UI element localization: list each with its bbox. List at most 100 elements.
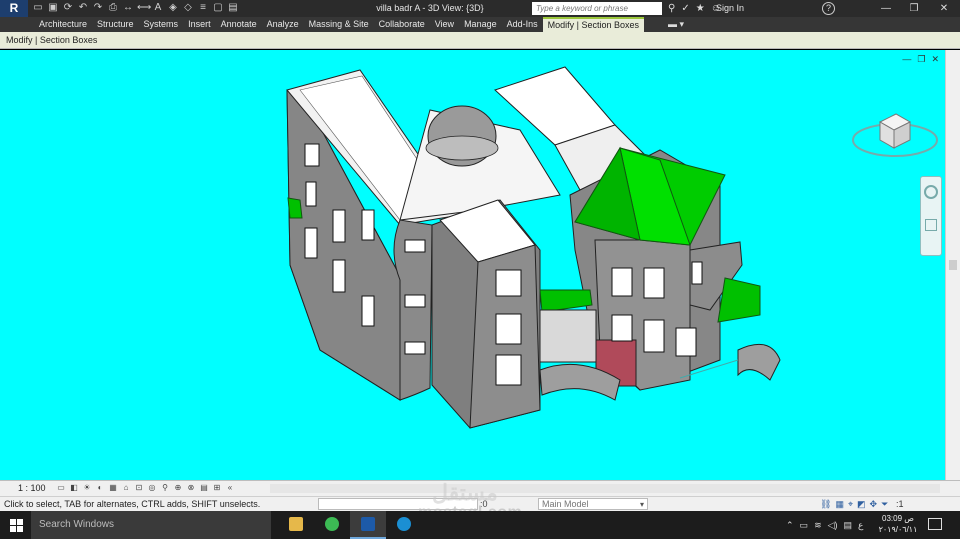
lock-view-icon[interactable]: ⌂ xyxy=(121,483,131,493)
window xyxy=(643,267,665,299)
steering-wheel-icon[interactable] xyxy=(924,185,938,199)
sync-icon[interactable]: ⟳ xyxy=(62,2,74,14)
taskbar-apps xyxy=(278,511,422,539)
star-icon[interactable]: ★ xyxy=(696,2,705,15)
thin-lines-icon[interactable]: ≡ xyxy=(197,2,209,14)
subscription-icon[interactable]: ✓ xyxy=(681,2,689,15)
filter-icon[interactable]: ⏷ xyxy=(881,499,888,510)
shadows-icon[interactable]: ◐ xyxy=(95,483,105,493)
switch-windows-icon[interactable]: ▤ xyxy=(227,2,239,14)
language-indicator[interactable]: ع xyxy=(858,520,863,531)
building-model[interactable] xyxy=(0,50,945,480)
drag-elements-icon[interactable]: ✥ xyxy=(870,499,878,510)
worksharing-icon[interactable]: ⊕ xyxy=(173,483,183,493)
battery-icon[interactable]: ▭ xyxy=(800,520,809,531)
tab-manage[interactable]: Manage xyxy=(459,17,502,32)
print-icon[interactable]: ⎙ xyxy=(107,2,119,14)
file-explorer-icon[interactable] xyxy=(278,511,314,539)
title-icons: ⚲ ✓ ★ ☺ xyxy=(668,2,721,15)
tab-add-ins[interactable]: Add-Ins xyxy=(502,17,543,32)
tab-insert[interactable]: Insert xyxy=(183,17,216,32)
3d-viewport[interactable]: — ❐ ✕ xyxy=(0,50,945,480)
select-by-face-icon[interactable]: ◩ xyxy=(857,499,866,510)
viewcube[interactable] xyxy=(850,100,940,170)
help-icon[interactable]: ? xyxy=(822,2,835,15)
entrance-awning xyxy=(539,289,593,313)
ribbon-minimize-icon[interactable]: ▬ ▾ xyxy=(668,19,684,30)
open-icon[interactable]: ▭ xyxy=(32,2,44,14)
selection-icons: ⛓ ▦ ⌖ ◩ ✥ ⏷ xyxy=(820,499,888,510)
title-bar: R ▭ ▣ ⟳ ↶ ↷ ⎙ ↔ ⟷ A ◈ ◇ ≡ ▢ ▤ villa badr… xyxy=(0,0,960,17)
save-icon[interactable]: ▣ xyxy=(47,2,59,14)
text-icon[interactable]: A xyxy=(152,2,164,14)
3d-view-icon[interactable]: ◈ xyxy=(167,2,179,14)
network-icon[interactable]: ⌃ xyxy=(786,520,794,531)
window xyxy=(675,327,697,357)
window xyxy=(611,314,633,342)
render-icon[interactable]: ▦ xyxy=(108,483,118,493)
tab-collaborate[interactable]: Collaborate xyxy=(374,17,430,32)
clock-time: 03:09 ص xyxy=(882,514,914,523)
select-links-icon[interactable]: ⛓ xyxy=(820,499,831,510)
clock[interactable]: 03:09 ص ٢٠١٩/٠٦/١١ xyxy=(876,513,920,535)
window xyxy=(404,341,426,355)
notifications-icon[interactable] xyxy=(928,518,942,530)
sign-in-link[interactable]: Sign In xyxy=(716,0,744,17)
chrome-icon[interactable] xyxy=(314,511,350,539)
minimize-button[interactable]: — xyxy=(872,0,900,17)
temp-hide-icon[interactable]: ◎ xyxy=(147,483,157,493)
select-underlay-icon[interactable]: ▦ xyxy=(835,499,844,510)
tab-modify-section-boxes[interactable]: Modify | Section Boxes xyxy=(542,17,645,32)
close-button[interactable]: ✕ xyxy=(930,0,958,17)
detail-level-icon[interactable]: ▭ xyxy=(56,483,66,493)
revit-taskbar-icon[interactable] xyxy=(350,511,386,539)
aligned-dimension-icon[interactable]: ⟷ xyxy=(137,2,151,14)
close-hidden-icon[interactable]: ▢ xyxy=(212,2,224,14)
tab-massing-site[interactable]: Massing & Site xyxy=(304,17,374,32)
scrollbar-thumb[interactable] xyxy=(949,260,957,270)
help-search-input[interactable]: Type a keyword or phrase xyxy=(532,2,662,15)
analytical-model-icon[interactable]: ⊗ xyxy=(186,483,196,493)
window xyxy=(404,239,426,253)
windows-start-icon[interactable] xyxy=(0,511,34,539)
volume-icon[interactable]: ◁) xyxy=(828,520,838,531)
tab-systems[interactable]: Systems xyxy=(139,17,184,32)
keyboard-icon[interactable]: ▤ xyxy=(844,520,853,531)
revit-logo-icon[interactable]: R xyxy=(0,0,28,17)
window xyxy=(305,181,317,207)
filter-count: :1 xyxy=(896,499,904,509)
section-icon[interactable]: ◇ xyxy=(182,2,194,14)
tab-annotate[interactable]: Annotate xyxy=(216,17,262,32)
select-pinned-icon[interactable]: ⌖ xyxy=(848,499,853,510)
window xyxy=(611,267,633,297)
taskbar-search-input[interactable]: Search Windows xyxy=(31,511,271,539)
reveal-hidden-icon[interactable]: ⚲ xyxy=(160,483,170,493)
constraints-icon[interactable]: ⊞ xyxy=(212,483,222,493)
undo-icon[interactable]: ↶ xyxy=(77,2,89,14)
tab-structure[interactable]: Structure xyxy=(92,17,139,32)
tab-view[interactable]: View xyxy=(430,17,459,32)
tab-analyze[interactable]: Analyze xyxy=(262,17,304,32)
sun-path-icon[interactable]: ☀ xyxy=(82,483,92,493)
wifi-icon[interactable]: ≋ xyxy=(814,520,822,531)
clock-date: ٢٠١٩/٠٦/١١ xyxy=(878,525,918,534)
collapse-icon[interactable]: « xyxy=(225,483,235,493)
maximize-button[interactable]: ❐ xyxy=(900,0,928,17)
teamviewer-icon[interactable] xyxy=(386,511,422,539)
measure-icon[interactable]: ↔ xyxy=(122,2,134,14)
zoom-icon[interactable] xyxy=(925,219,937,231)
crop-view-icon[interactable]: ⊡ xyxy=(134,483,144,493)
side-awning xyxy=(717,277,761,323)
redo-icon[interactable]: ↷ xyxy=(92,2,104,14)
tab-architecture[interactable]: Architecture xyxy=(34,17,92,32)
window xyxy=(304,227,318,259)
highlight-icon[interactable]: ▤ xyxy=(199,483,209,493)
chevron-down-icon[interactable]: ▾ xyxy=(640,499,644,510)
visual-style-icon[interactable]: ◧ xyxy=(69,483,79,493)
binoculars-icon[interactable]: ⚲ xyxy=(668,2,675,15)
model-select[interactable]: Main Model ▾ xyxy=(538,498,648,510)
view-scale[interactable]: 1 : 100 xyxy=(18,481,46,496)
vertical-scrollbar[interactable] xyxy=(945,50,960,480)
window xyxy=(495,269,522,297)
horizontal-scrollbar[interactable] xyxy=(270,484,940,493)
